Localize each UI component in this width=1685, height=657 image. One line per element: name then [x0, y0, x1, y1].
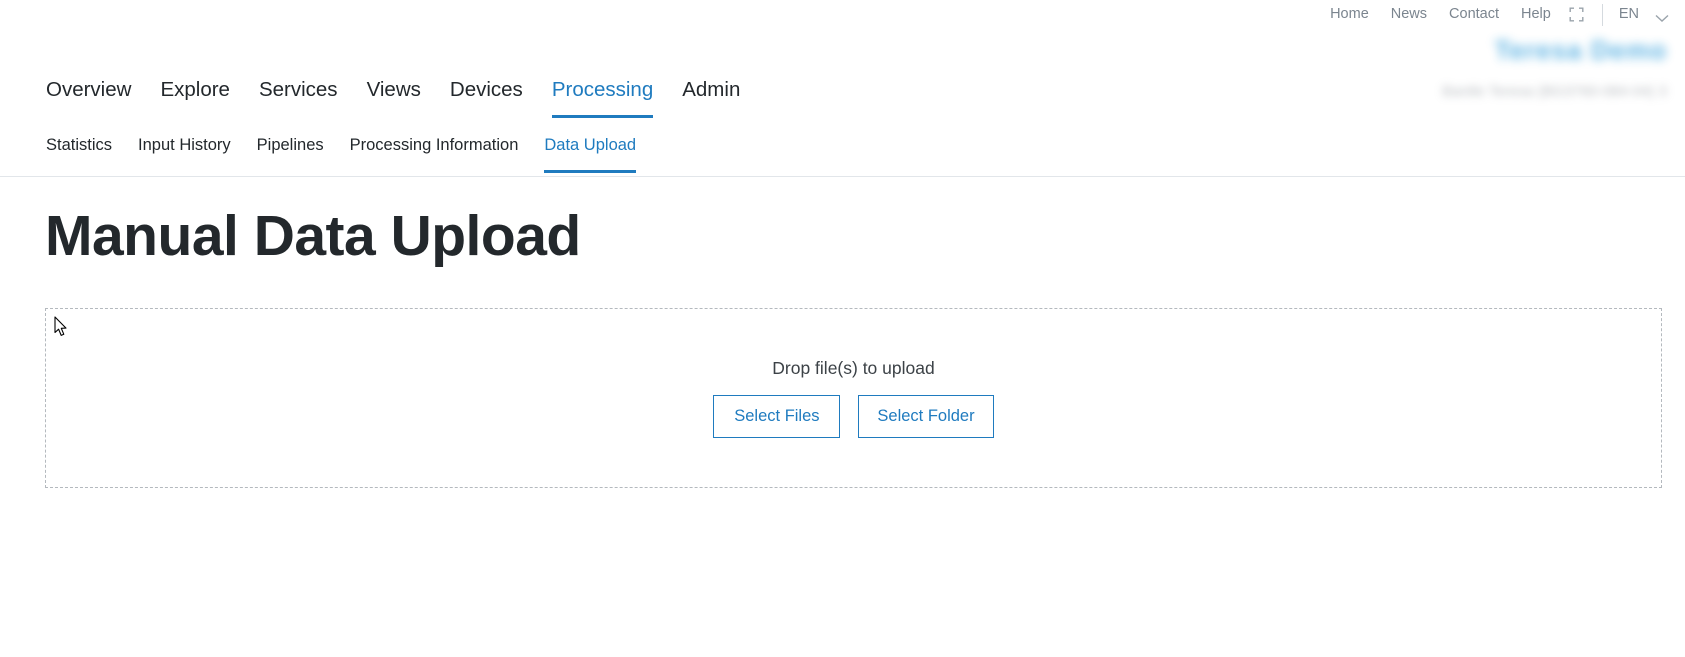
fullscreen-icon[interactable]	[1569, 7, 1584, 22]
sub-nav-item-data-upload[interactable]: Data Upload	[544, 136, 636, 173]
main-nav-item-explore[interactable]: Explore	[160, 78, 230, 118]
page-title: Manual Data Upload	[45, 204, 581, 268]
utility-link-contact[interactable]: Contact	[1449, 7, 1499, 22]
sub-nav-item-pipelines[interactable]: Pipelines	[257, 136, 324, 172]
dropzone-instruction: Drop file(s) to upload	[772, 358, 935, 378]
sub-nav-item-input-history[interactable]: Input History	[138, 136, 231, 172]
main-nav-item-devices[interactable]: Devices	[450, 78, 523, 118]
language-selected-label: EN	[1618, 6, 1639, 23]
utility-links: Home News Contact Help	[1330, 7, 1551, 22]
main-nav-item-admin[interactable]: Admin	[682, 78, 740, 118]
sub-nav-item-statistics[interactable]: Statistics	[46, 136, 112, 172]
file-dropzone[interactable]: Drop file(s) to upload Select Files Sele…	[45, 308, 1662, 488]
select-files-button[interactable]: Select Files	[713, 395, 841, 438]
app-page: Home News Contact Help EN Teresa Demo Ba…	[0, 0, 1685, 657]
utility-link-news[interactable]: News	[1391, 7, 1427, 22]
utility-bar: Home News Contact Help EN	[0, 0, 1685, 29]
main-nav-item-views[interactable]: Views	[367, 78, 421, 118]
language-selector[interactable]: EN	[1619, 7, 1669, 22]
sub-navigation: Statistics Input History Pipelines Proce…	[0, 136, 1685, 177]
main-navigation: Overview Explore Services Views Devices …	[0, 78, 1685, 123]
chevron-down-icon	[1655, 10, 1669, 22]
main-nav-item-overview[interactable]: Overview	[46, 78, 131, 118]
select-folder-button[interactable]: Select Folder	[858, 395, 994, 438]
utility-link-home[interactable]: Home	[1330, 7, 1369, 22]
utility-link-help[interactable]: Help	[1521, 7, 1551, 22]
dropzone-button-group: Select Files Select Folder	[713, 395, 994, 438]
brand-title: Teresa Demo	[1494, 35, 1667, 65]
utility-divider	[1601, 3, 1603, 26]
main-nav-item-processing[interactable]: Processing	[551, 78, 654, 119]
main-nav-item-services[interactable]: Services	[259, 78, 338, 118]
sub-nav-item-processing-information[interactable]: Processing Information	[350, 136, 519, 172]
